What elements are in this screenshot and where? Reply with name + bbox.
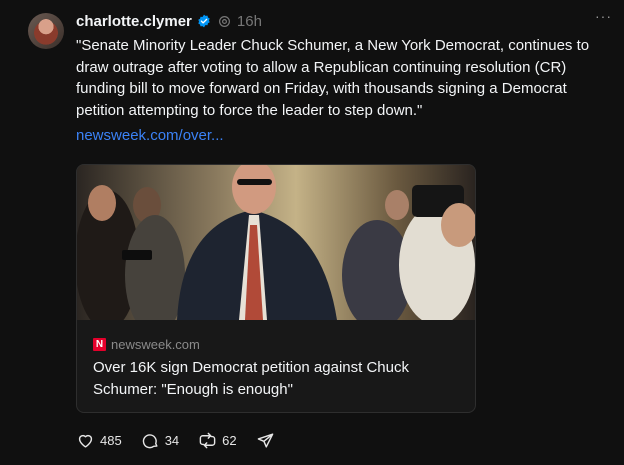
like-count: 485 [100,433,122,448]
post-text: "Senate Minority Leader Chuck Schumer, a… [76,37,590,119]
article-image [77,165,475,320]
card-source: N newsweek.com [93,337,200,352]
action-bar: 485 34 62 [76,431,299,450]
like-button[interactable]: 485 [76,431,122,450]
post-header: charlotte.clymer 16h [76,11,262,31]
card-title: Over 16K sign Democrat petition against … [93,359,409,398]
post-link[interactable]: newsweek.com/over... [76,127,224,144]
reply-button[interactable]: 34 [141,431,179,450]
username[interactable]: charlotte.clymer [76,13,192,30]
share-icon [257,433,273,448]
repost-icon [199,432,216,449]
repost-button[interactable]: 62 [198,431,237,450]
reply-count: 34 [164,433,180,448]
post-time: 16h [236,12,262,30]
link-preview-card[interactable]: N newsweek.com Over 16K sign Democrat pe… [76,164,476,413]
verified-badge-icon [198,14,210,28]
heart-icon [78,434,93,448]
card-domain: newsweek.com [111,337,200,352]
threads-icon [218,15,230,27]
avatar[interactable] [28,13,64,49]
newsweek-logo-icon: N [93,338,106,351]
repost-count: 62 [222,433,237,448]
share-button[interactable] [256,431,280,450]
more-icon[interactable]: ··· [595,8,612,24]
comment-icon [142,434,158,449]
